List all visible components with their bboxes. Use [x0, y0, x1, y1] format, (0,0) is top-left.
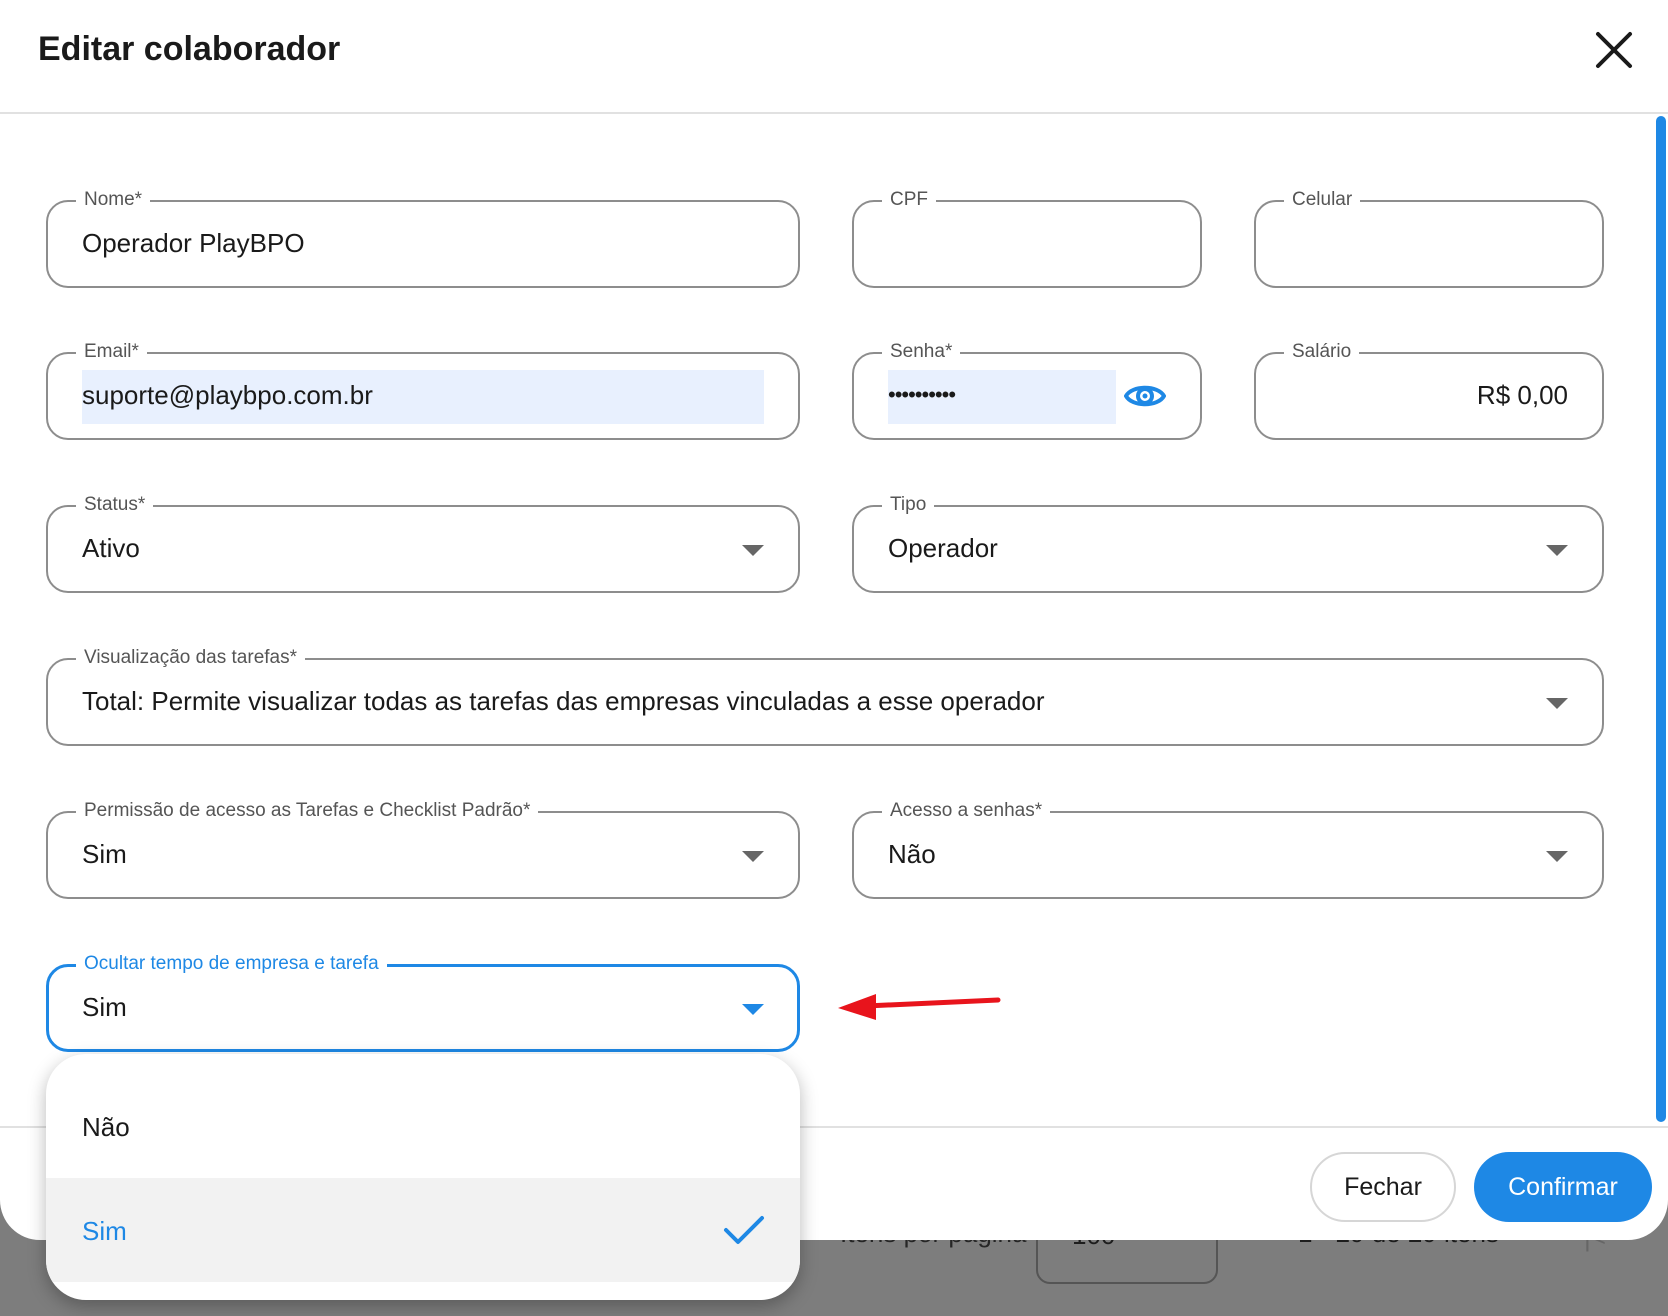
acesso-senhas-select[interactable]: Acesso a senhas* Não	[852, 799, 1604, 899]
nome-value: Operador PlayBPO	[82, 228, 305, 258]
visualizacao-value: Total: Permite visualizar todas as taref…	[82, 686, 1045, 716]
chevron-down-icon[interactable]	[742, 1004, 764, 1015]
nome-field[interactable]: Nome* Operador PlayBPO	[46, 188, 800, 288]
chevron-down-icon[interactable]	[1546, 545, 1568, 556]
email-label: Email*	[76, 340, 147, 364]
ocultar-tempo-select[interactable]: Ocultar tempo de empresa e tarefa Sim	[46, 952, 800, 1052]
salario-value: R$ 0,00	[1476, 380, 1568, 410]
tipo-value: Operador	[888, 533, 998, 563]
ocultar-tempo-label: Ocultar tempo de empresa e tarefa	[76, 952, 387, 976]
email-field[interactable]: Email* suporte@playbpo.com.br	[46, 340, 800, 440]
email-autofill-highlight: suporte@playbpo.com.br	[82, 370, 764, 424]
permissao-select[interactable]: Permissão de acesso as Tarefas e Checkli…	[46, 799, 800, 899]
dialog-scrollbar[interactable]	[1656, 116, 1666, 1122]
visualizacao-select[interactable]: Visualização das tarefas* Total: Permite…	[46, 646, 1604, 746]
confirmar-button[interactable]: Confirmar	[1474, 1152, 1652, 1222]
option-label: Sim	[82, 1216, 127, 1246]
permissao-value: Sim	[82, 839, 127, 869]
celular-label: Celular	[1284, 188, 1361, 212]
ocultar-tempo-dropdown-menu: Não Sim	[46, 1054, 800, 1300]
status-select[interactable]: Status* Ativo	[46, 493, 800, 593]
acesso-senhas-label: Acesso a senhas*	[882, 799, 1051, 823]
dialog-title: Editar colaborador	[38, 30, 341, 68]
dropdown-option-sim[interactable]: Sim	[46, 1178, 800, 1282]
chevron-down-icon[interactable]	[1546, 698, 1568, 709]
senha-value: ••••••••••	[888, 382, 956, 407]
senha-autofill-highlight: ••••••••••	[888, 370, 1116, 424]
close-icon[interactable]	[1592, 28, 1636, 72]
check-icon	[724, 1216, 764, 1244]
senha-label: Senha*	[882, 340, 961, 364]
chevron-down-icon[interactable]	[742, 545, 764, 556]
email-value: suporte@playbpo.com.br	[82, 380, 373, 410]
eye-icon[interactable]	[1123, 378, 1167, 414]
acesso-senhas-value: Não	[888, 839, 936, 869]
senha-field[interactable]: Senha* ••••••••••	[852, 340, 1202, 440]
tipo-select[interactable]: Tipo Operador	[852, 493, 1604, 593]
status-value: Ativo	[82, 533, 140, 563]
celular-field[interactable]: Celular	[1254, 188, 1604, 288]
cpf-field[interactable]: CPF	[852, 188, 1202, 288]
permissao-label: Permissão de acesso as Tarefas e Checkli…	[76, 799, 539, 823]
visualizacao-label: Visualização das tarefas*	[76, 646, 305, 670]
nome-label: Nome*	[76, 188, 151, 212]
status-label: Status*	[76, 493, 154, 517]
tipo-label: Tipo	[882, 493, 935, 517]
option-label: Não	[82, 1112, 130, 1142]
dropdown-option-nao[interactable]: Não	[46, 1074, 800, 1178]
chevron-down-icon[interactable]	[742, 851, 764, 862]
dialog-header: Editar colaborador	[0, 0, 1668, 114]
ocultar-tempo-value: Sim	[82, 992, 127, 1022]
chevron-down-icon[interactable]	[1546, 851, 1568, 862]
cpf-label: CPF	[882, 188, 936, 212]
salario-field[interactable]: Salário R$ 0,00	[1254, 340, 1604, 440]
salario-label: Salário	[1284, 340, 1360, 364]
fechar-button[interactable]: Fechar	[1310, 1152, 1456, 1222]
annotation-arrow-icon	[838, 994, 1001, 1020]
